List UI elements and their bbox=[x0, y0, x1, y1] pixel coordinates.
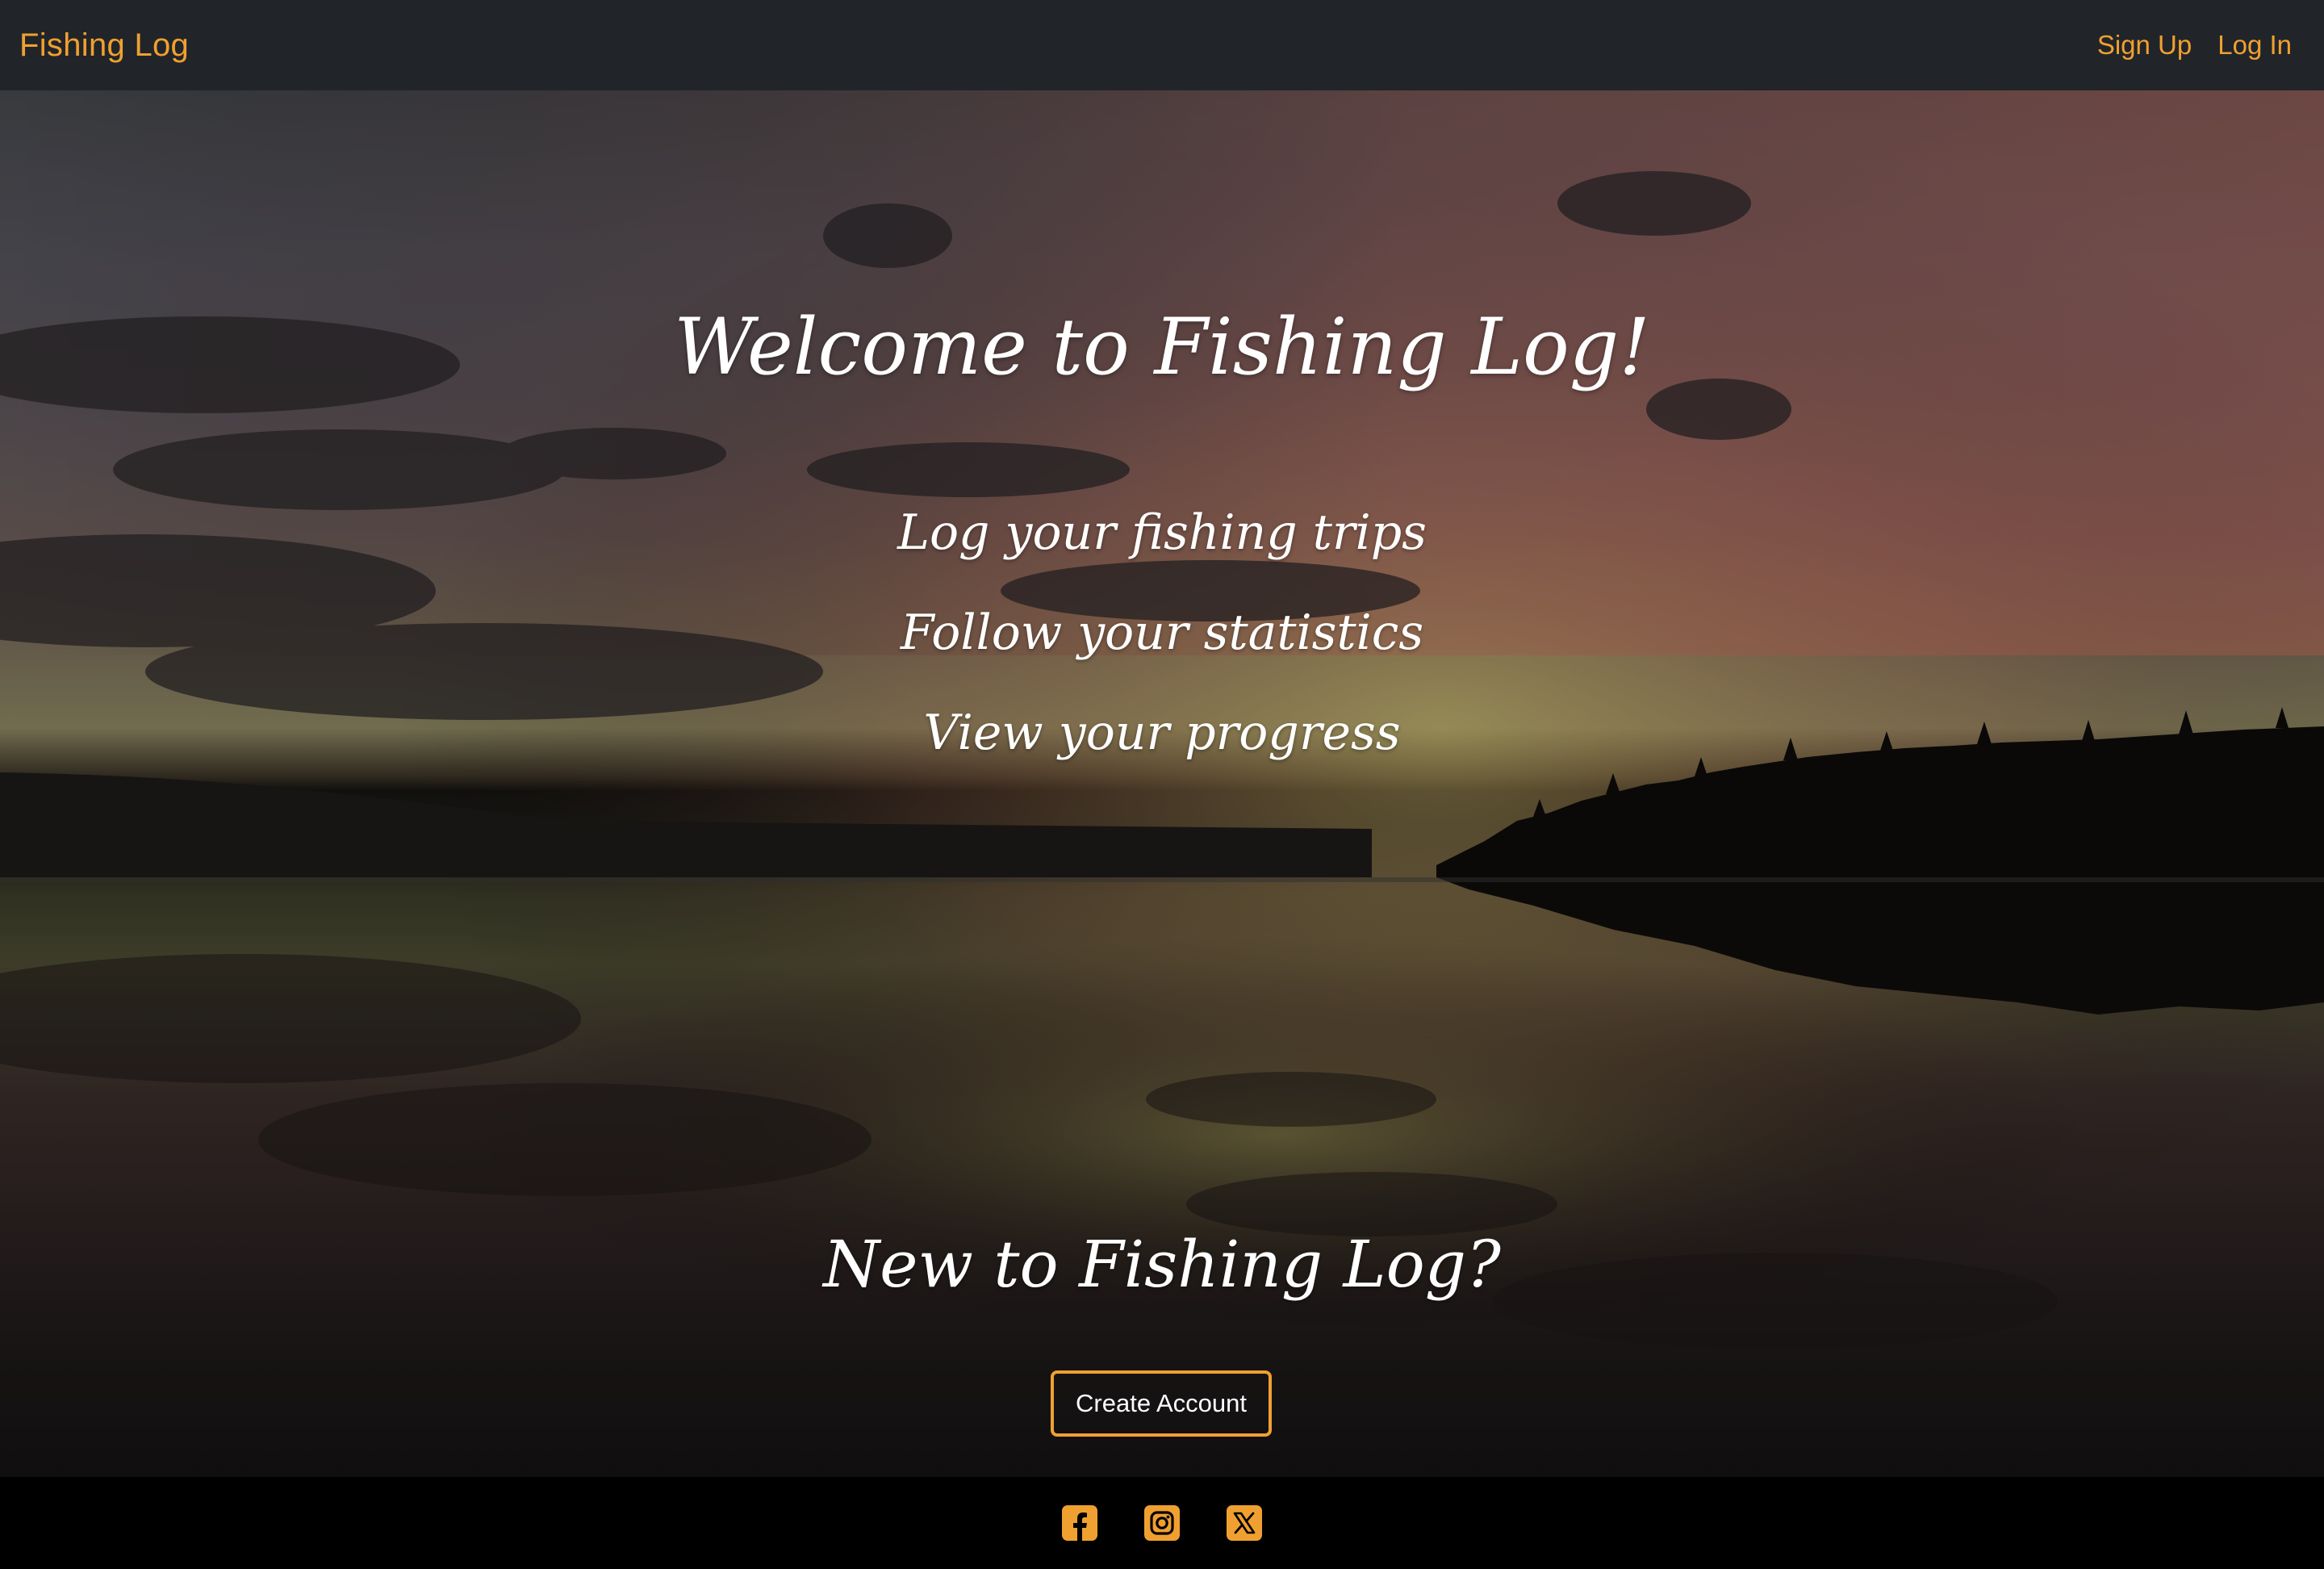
feature-item: View your progress bbox=[923, 705, 1401, 761]
nav-links: Sign Up Log In bbox=[2097, 30, 2292, 61]
facebook-icon[interactable] bbox=[1062, 1505, 1097, 1541]
sign-up-link[interactable]: Sign Up bbox=[2097, 30, 2192, 61]
x-twitter-icon[interactable] bbox=[1227, 1505, 1262, 1541]
feature-item: Follow your statistics bbox=[900, 605, 1424, 661]
footer bbox=[0, 1477, 2324, 1569]
navbar: Fishing Log Sign Up Log In bbox=[0, 0, 2324, 90]
create-account-button[interactable]: Create Account bbox=[1051, 1370, 1272, 1437]
feature-item: Log your fishing trips bbox=[897, 504, 1427, 561]
feature-list: Log your fishing trips Follow your stati… bbox=[0, 483, 2324, 783]
hero-title: Welcome to Fishing Log! bbox=[674, 302, 1650, 392]
log-in-link[interactable]: Log In bbox=[2217, 30, 2292, 61]
hero-section: Welcome to Fishing Log! Log your fishing… bbox=[0, 90, 2324, 1477]
brand-link[interactable]: Fishing Log bbox=[19, 27, 189, 64]
cta-heading: New to Fishing Log? bbox=[823, 1227, 1501, 1302]
instagram-icon[interactable] bbox=[1144, 1505, 1180, 1541]
